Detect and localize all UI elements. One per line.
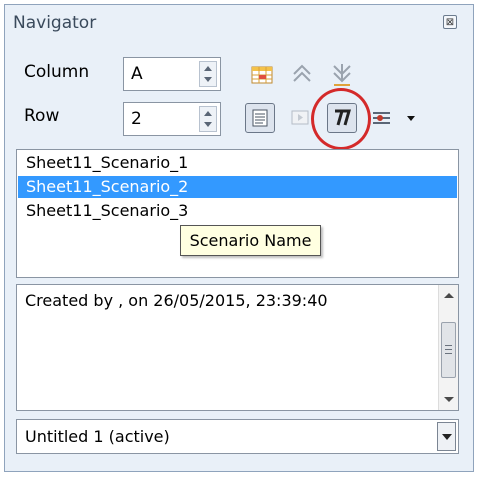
- comment-text: Created by , on 26/05/2015, 23:39:40: [25, 291, 328, 310]
- document-select[interactable]: Untitled 1 (active): [16, 419, 459, 454]
- window-title: Navigator: [13, 13, 97, 33]
- scroll-up-arrow-icon[interactable]: [444, 293, 454, 298]
- scenario-item[interactable]: Sheet11_Scenario_3: [18, 200, 457, 222]
- toggle-icon[interactable]: [286, 103, 316, 133]
- data-range-icon[interactable]: [247, 60, 277, 90]
- vertical-scrollbar[interactable]: [438, 285, 458, 410]
- column-label: Column: [24, 62, 90, 82]
- column-value[interactable]: A: [131, 64, 143, 84]
- document-select-value[interactable]: Untitled 1 (active): [25, 427, 170, 446]
- row-spin-arrows[interactable]: [199, 106, 217, 132]
- scenarios-icon[interactable]: [327, 103, 357, 133]
- chevron-down-icon: [442, 434, 452, 440]
- scenario-comment[interactable]: Created by , on 26/05/2015, 23:39:40: [16, 284, 459, 411]
- drag-mode-icon[interactable]: [368, 103, 398, 133]
- column-spin-arrows[interactable]: [199, 61, 217, 87]
- contents-icon[interactable]: [245, 103, 275, 133]
- row-spinbox[interactable]: 2: [123, 102, 221, 136]
- scenario-item[interactable]: Sheet11_Scenario_1: [18, 152, 457, 174]
- end-icon[interactable]: [327, 60, 357, 90]
- dropdown-button[interactable]: [437, 422, 456, 451]
- row-value[interactable]: 2: [131, 109, 142, 129]
- scroll-down-arrow-icon[interactable]: [444, 397, 454, 402]
- row-label: Row: [24, 106, 60, 126]
- tooltip: Scenario Name: [180, 225, 321, 256]
- dropdown-arrow-icon[interactable]: [402, 103, 422, 133]
- scroll-thumb[interactable]: [441, 322, 456, 378]
- column-spinbox[interactable]: A: [123, 57, 221, 91]
- close-icon[interactable]: ⊠: [443, 15, 457, 29]
- start-icon[interactable]: [287, 60, 317, 90]
- scenario-list[interactable]: Sheet11_Scenario_1 Sheet11_Scenario_2 Sh…: [16, 149, 459, 278]
- scenario-item-selected[interactable]: Sheet11_Scenario_2: [18, 176, 457, 198]
